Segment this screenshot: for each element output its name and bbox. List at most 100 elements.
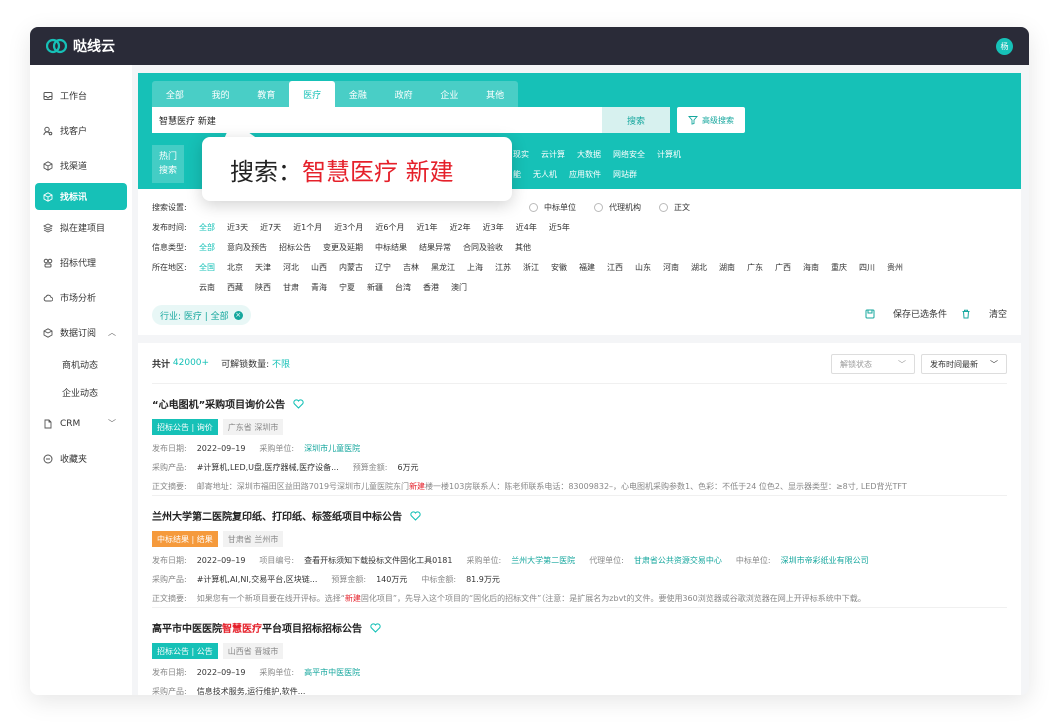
region-option[interactable]: 上海 xyxy=(467,262,483,273)
sidebar-item-bid-agency[interactable]: 招标代理 xyxy=(30,245,132,280)
type-option[interactable]: 全部 xyxy=(199,242,215,253)
time-option[interactable]: 近3个月 xyxy=(334,222,363,233)
region-option[interactable]: 新疆 xyxy=(367,282,383,293)
tab-enterprise[interactable]: 企业 xyxy=(427,81,473,107)
tab-other[interactable]: 其他 xyxy=(472,81,518,107)
winner-link[interactable]: 深圳市帝彩纸业有限公司 xyxy=(781,555,869,566)
tab-education[interactable]: 教育 xyxy=(244,81,290,107)
hot-keyword[interactable]: 计算机 xyxy=(657,149,681,160)
hot-keyword[interactable]: 无人机 xyxy=(533,169,557,180)
region-option[interactable]: 山西 xyxy=(311,262,327,273)
avatar[interactable]: 杨 xyxy=(996,37,1013,55)
region-option[interactable]: 青海 xyxy=(311,282,327,293)
region-option[interactable]: 天津 xyxy=(255,262,271,273)
sort-select[interactable]: 发布时间最新 ﹀ xyxy=(921,354,1007,374)
time-option[interactable]: 近7天 xyxy=(260,222,281,233)
buyer-link[interactable]: 兰州大学第二医院 xyxy=(511,555,575,566)
hot-keyword[interactable]: 应用软件 xyxy=(569,169,601,180)
result-item[interactable]: “心电图机”采购项目询价公告 招标公告 | 询价 广东省 深圳市 发布日期: 20… xyxy=(152,383,1007,495)
hot-keyword[interactable]: 大数据 xyxy=(577,149,601,160)
tab-medical[interactable]: 医疗 xyxy=(289,81,335,107)
hot-keyword[interactable]: 网络安全 xyxy=(613,149,645,160)
radio-body-text[interactable]: 正文 xyxy=(659,202,690,213)
region-option[interactable]: 香港 xyxy=(423,282,439,293)
heart-icon[interactable] xyxy=(370,622,381,633)
region-option[interactable]: 福建 xyxy=(579,262,595,273)
type-option[interactable]: 意向及预告 xyxy=(227,242,267,253)
result-item[interactable]: 兰州大学第二医院复印纸、打印纸、标签纸项目中标公告 中标结果 | 结果 甘肃省 … xyxy=(152,495,1007,607)
search-button[interactable]: 搜索 xyxy=(602,107,670,133)
sidebar-item-planned-projects[interactable]: 拟在建项目 xyxy=(30,210,132,245)
heart-icon[interactable] xyxy=(410,510,421,521)
region-option[interactable]: 北京 xyxy=(227,262,243,273)
hot-keyword[interactable]: 云计算 xyxy=(541,149,565,160)
clear-filters-button[interactable]: 清空 xyxy=(961,307,1007,320)
region-option[interactable]: 湖南 xyxy=(719,262,735,273)
region-option[interactable]: 甘肃 xyxy=(283,282,299,293)
region-option[interactable]: 西藏 xyxy=(227,282,243,293)
unlock-status-select[interactable]: 解锁状态 ﹀ xyxy=(831,354,915,374)
radio-winner[interactable]: 中标单位 xyxy=(529,202,576,213)
tab-all[interactable]: 全部 xyxy=(152,81,198,107)
time-option[interactable]: 近2年 xyxy=(450,222,471,233)
sidebar-item-find-channel[interactable]: 找渠道 xyxy=(30,148,132,183)
region-option[interactable]: 台湾 xyxy=(395,282,411,293)
sidebar-item-crm[interactable]: CRM ﹀ xyxy=(30,406,132,441)
region-option[interactable]: 安徽 xyxy=(551,262,567,273)
radio-agency[interactable]: 代理机构 xyxy=(594,202,641,213)
advanced-search-button[interactable]: 高级搜索 xyxy=(677,107,745,133)
region-option[interactable]: 重庆 xyxy=(831,262,847,273)
hot-keyword[interactable]: 网站群 xyxy=(613,169,637,180)
region-option[interactable]: 四川 xyxy=(859,262,875,273)
region-option[interactable]: 贵州 xyxy=(887,262,903,273)
time-option[interactable]: 近3年 xyxy=(483,222,504,233)
time-option[interactable]: 近1年 xyxy=(416,222,437,233)
hot-keyword[interactable]: 能 xyxy=(513,169,521,180)
tab-government[interactable]: 政府 xyxy=(381,81,427,107)
region-option[interactable]: 浙江 xyxy=(523,262,539,273)
region-option[interactable]: 澳门 xyxy=(451,282,467,293)
sidebar-item-workbench[interactable]: 工作台 xyxy=(30,78,132,113)
logo[interactable]: 哒线云 xyxy=(46,36,115,56)
agent-link[interactable]: 甘肃省公共资源交易中心 xyxy=(634,555,722,566)
region-option[interactable]: 江西 xyxy=(607,262,623,273)
sidebar-item-favorites[interactable]: 收藏夹 xyxy=(30,441,132,476)
region-option[interactable]: 内蒙古 xyxy=(339,262,363,273)
region-option[interactable]: 江苏 xyxy=(495,262,511,273)
region-option[interactable]: 海南 xyxy=(803,262,819,273)
region-option[interactable]: 宁夏 xyxy=(339,282,355,293)
region-option[interactable]: 河南 xyxy=(663,262,679,273)
heart-icon[interactable] xyxy=(293,398,304,409)
time-option[interactable]: 近5年 xyxy=(549,222,570,233)
save-filters-button[interactable]: 保存已选条件 xyxy=(865,307,947,320)
tab-mine[interactable]: 我的 xyxy=(198,81,244,107)
type-option[interactable]: 中标结果 xyxy=(375,242,407,253)
region-option[interactable]: 黑龙江 xyxy=(431,262,455,273)
time-option[interactable]: 近3天 xyxy=(227,222,248,233)
close-icon[interactable]: × xyxy=(233,310,243,320)
region-option[interactable]: 广东 xyxy=(747,262,763,273)
sidebar-subitem-business-news[interactable]: 商机动态 xyxy=(30,350,132,378)
sidebar-item-data-subscription[interactable]: 数据订阅 ︿ xyxy=(30,315,132,350)
result-title[interactable]: 高平市中医医院 智慧医疗 平台项目招标招标公告 xyxy=(152,620,1007,635)
time-option[interactable]: 近4年 xyxy=(516,222,537,233)
result-item[interactable]: 高平市中医医院 智慧医疗 平台项目招标招标公告 招标公告 | 公告 山西省 晋城市 … xyxy=(152,607,1007,695)
region-option[interactable]: 湖北 xyxy=(691,262,707,273)
buyer-link[interactable]: 深圳市儿童医院 xyxy=(304,443,360,454)
time-option[interactable]: 全部 xyxy=(199,222,215,233)
type-option[interactable]: 结果异常 xyxy=(419,242,451,253)
buyer-link[interactable]: 高平市中医医院 xyxy=(304,667,360,678)
region-option[interactable]: 吉林 xyxy=(403,262,419,273)
result-title[interactable]: “心电图机”采购项目询价公告 xyxy=(152,396,1007,411)
type-option[interactable]: 其他 xyxy=(515,242,531,253)
time-option[interactable]: 近6个月 xyxy=(375,222,404,233)
tab-finance[interactable]: 金融 xyxy=(335,81,381,107)
sidebar-item-find-bid[interactable]: 找标讯 xyxy=(35,183,127,210)
search-input[interactable]: 智慧医疗 新建 xyxy=(152,107,602,133)
type-option[interactable]: 招标公告 xyxy=(279,242,311,253)
time-option[interactable]: 近1个月 xyxy=(293,222,322,233)
type-option[interactable]: 合同及验收 xyxy=(463,242,503,253)
region-option[interactable]: 山东 xyxy=(635,262,651,273)
sidebar-item-market-analysis[interactable]: 市场分析 xyxy=(30,280,132,315)
region-option[interactable]: 全国 xyxy=(199,262,215,273)
